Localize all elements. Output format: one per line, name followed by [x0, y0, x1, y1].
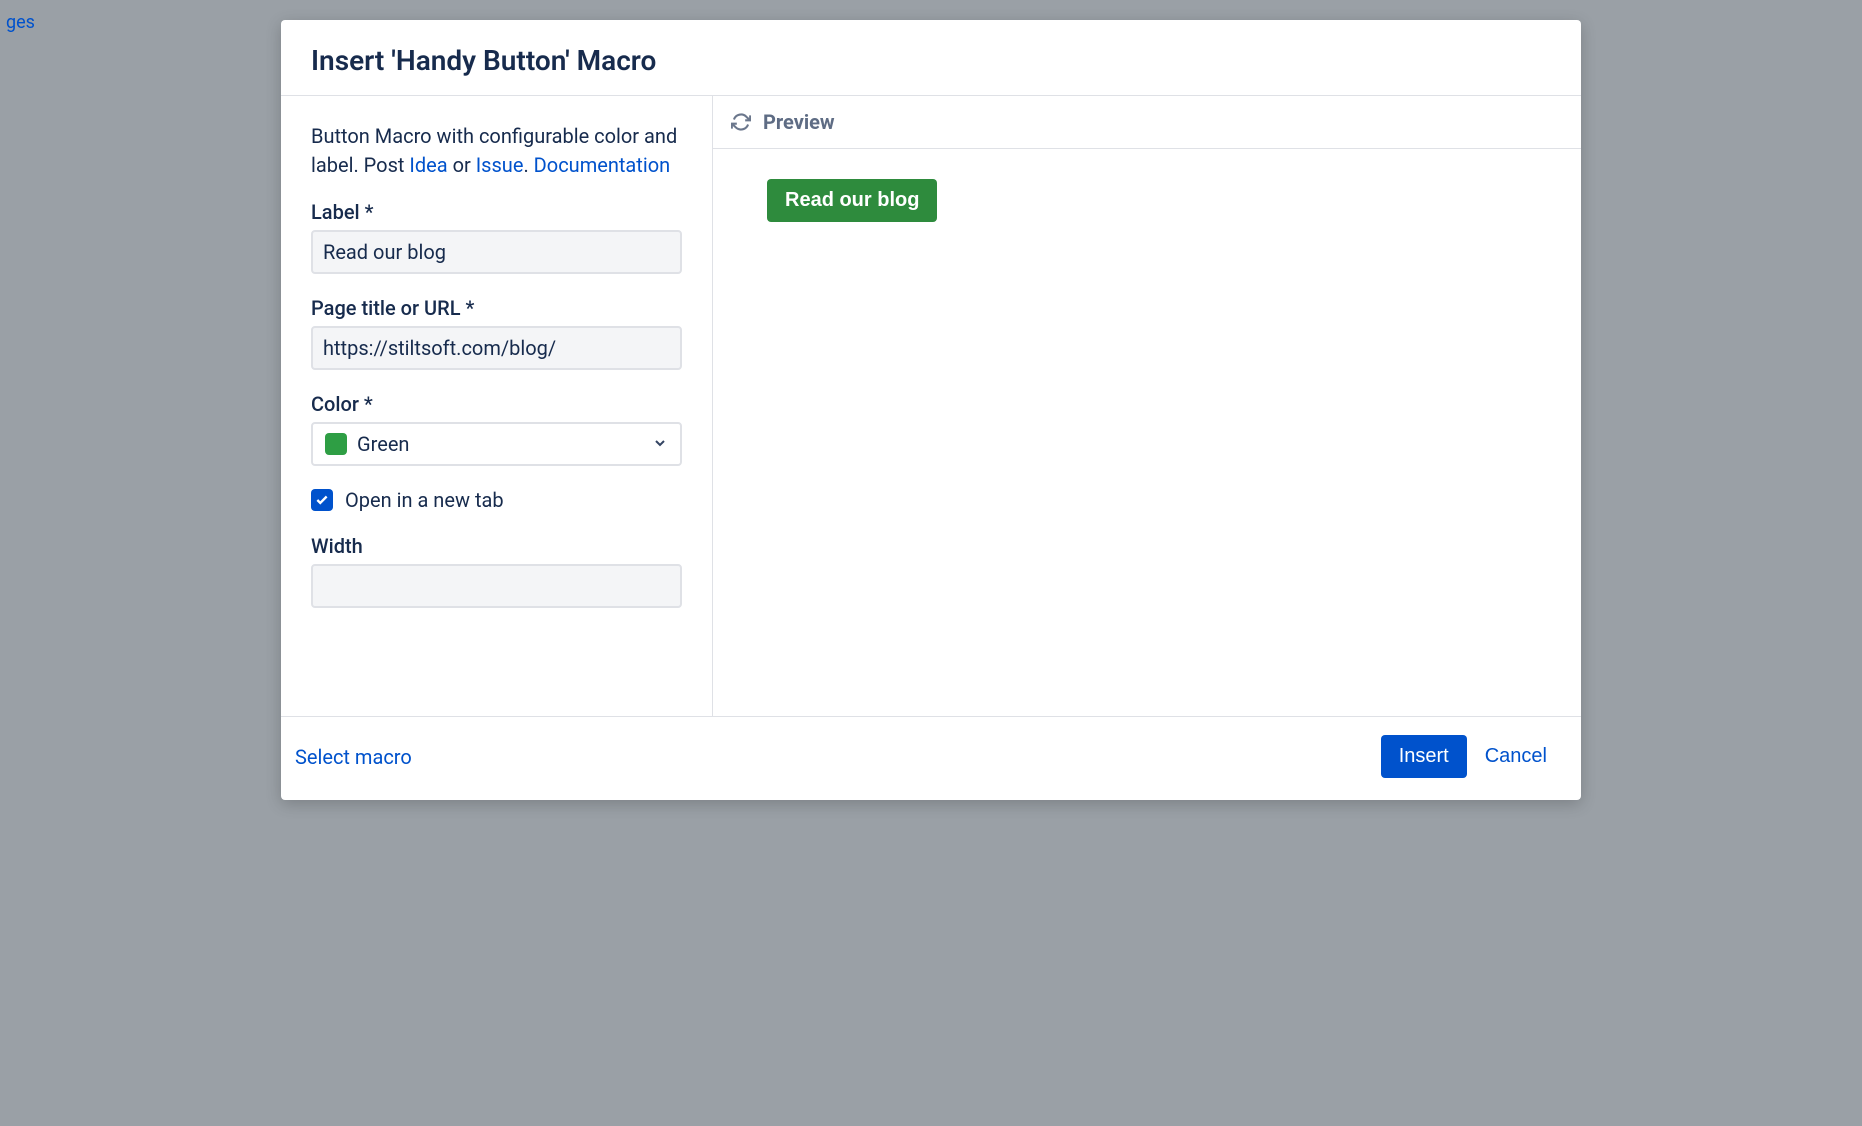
url-field-label: Page title or URL * [311, 296, 682, 320]
color-field-group: Color * Green [311, 392, 682, 466]
color-select[interactable]: Green [311, 422, 682, 466]
preview-panel: Preview Read our blog [713, 96, 1581, 716]
url-input[interactable] [311, 326, 682, 370]
preview-header: Preview [713, 96, 1581, 149]
description-or: or [448, 153, 476, 177]
color-select-value: Green [325, 432, 409, 456]
dialog-footer: Select macro Insert Cancel [281, 716, 1581, 800]
label-input[interactable] [311, 230, 682, 274]
preview-title: Preview [763, 110, 835, 134]
background-nav-fragment: ges [0, 8, 41, 37]
preview-button[interactable]: Read our blog [767, 179, 937, 222]
chevron-down-icon [652, 432, 668, 456]
documentation-link[interactable]: Documentation [534, 153, 671, 177]
issue-link[interactable]: Issue [476, 153, 524, 177]
width-field-group: Width [311, 534, 682, 608]
dialog-body: Button Macro with configurable color and… [281, 96, 1581, 716]
width-field-label: Width [311, 534, 682, 558]
new-tab-field-group: Open in a new tab [311, 488, 682, 512]
form-panel: Button Macro with configurable color and… [281, 96, 713, 716]
insert-button[interactable]: Insert [1381, 735, 1467, 778]
url-field-group: Page title or URL * [311, 296, 682, 370]
macro-description: Button Macro with configurable color and… [311, 122, 682, 180]
label-field-group: Label * [311, 200, 682, 274]
new-tab-label: Open in a new tab [345, 488, 504, 512]
footer-actions: Insert Cancel [1381, 735, 1551, 778]
color-field-label: Color * [311, 392, 682, 416]
dialog-title: Insert 'Handy Button' Macro [311, 44, 1551, 77]
preview-body: Read our blog [713, 149, 1581, 252]
label-field-label: Label * [311, 200, 682, 224]
width-input[interactable] [311, 564, 682, 608]
macro-dialog: Insert 'Handy Button' Macro Button Macro… [281, 20, 1581, 800]
description-period: . [523, 153, 533, 177]
color-selected-text: Green [357, 432, 409, 456]
dialog-header: Insert 'Handy Button' Macro [281, 20, 1581, 96]
idea-link[interactable]: Idea [409, 153, 447, 177]
new-tab-checkbox[interactable] [311, 489, 333, 511]
cancel-button[interactable]: Cancel [1481, 735, 1551, 778]
color-swatch [325, 433, 347, 455]
refresh-icon[interactable] [731, 112, 751, 132]
select-macro-link[interactable]: Select macro [295, 745, 412, 769]
